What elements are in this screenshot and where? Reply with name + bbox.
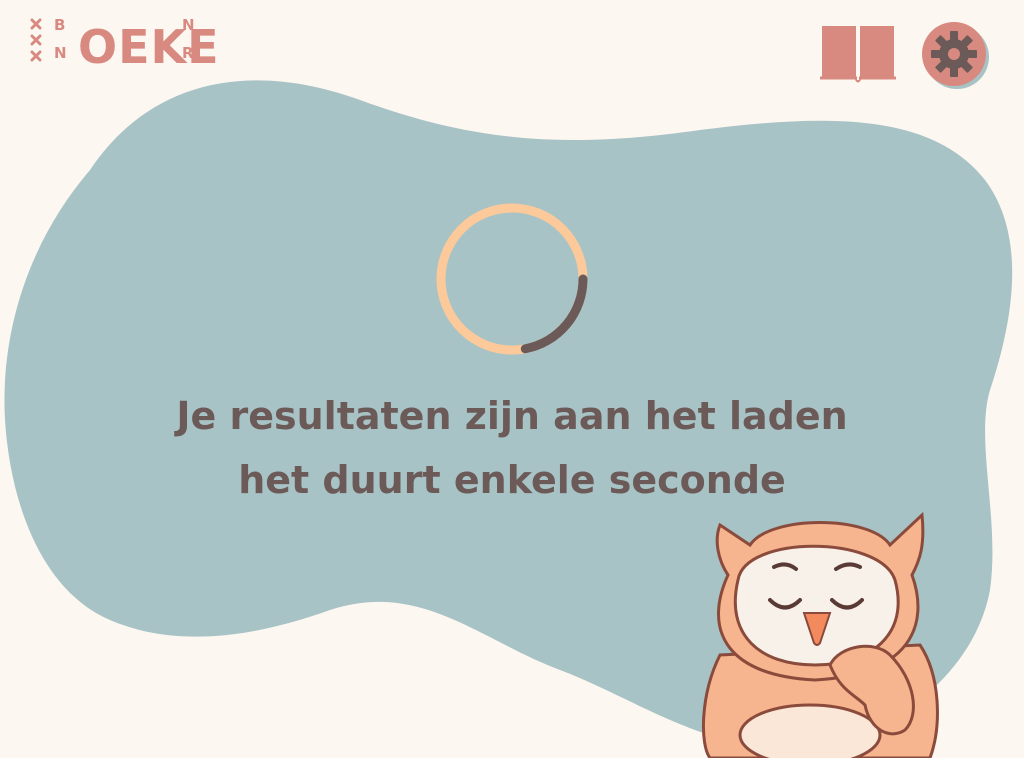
loading-spinner — [436, 203, 588, 355]
logo-crosses-icon — [30, 18, 42, 62]
logo-letter: N — [182, 16, 195, 34]
settings-button[interactable] — [920, 20, 990, 90]
gear-icon — [922, 22, 989, 89]
loading-message-line2: het duurt enkele seconde — [238, 458, 786, 502]
logo-letter: R — [182, 44, 194, 62]
loading-message: Je resultaten zijn aan het laden het duu… — [110, 384, 914, 512]
library-button[interactable] — [818, 20, 898, 86]
sleeping-owl-mascot — [702, 511, 939, 758]
spinner-arc — [520, 274, 588, 354]
logo-letter: N — [54, 44, 67, 62]
logo-wordmark: OEKE — [78, 20, 220, 74]
book-icon — [820, 24, 896, 83]
loading-message-line1: Je resultaten zijn aan het laden — [176, 394, 848, 438]
brand-logo[interactable]: B N OEKE N R — [28, 16, 219, 74]
logo-letter: B — [54, 16, 66, 34]
